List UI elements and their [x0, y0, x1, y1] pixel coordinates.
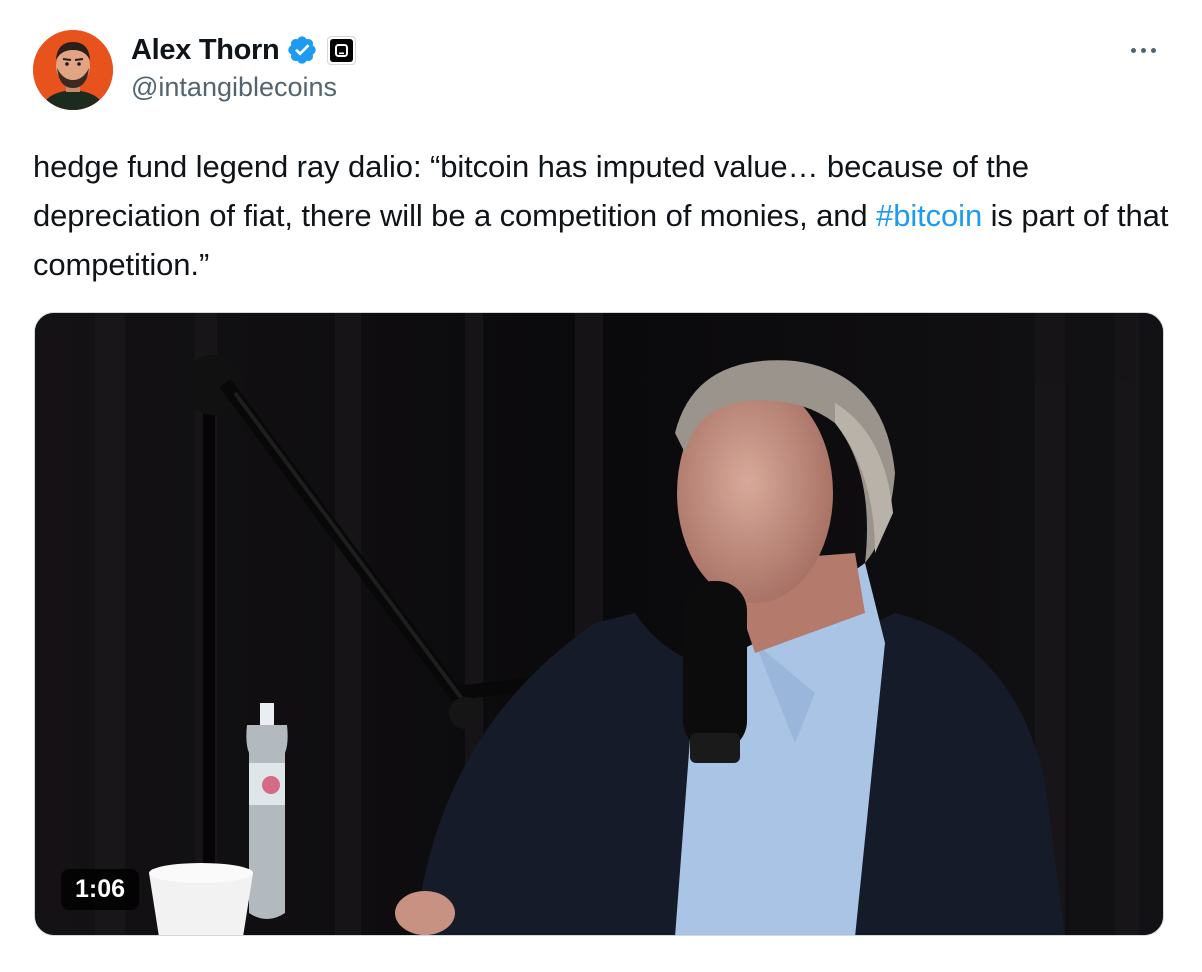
author-avatar[interactable] — [33, 30, 113, 110]
video-thumbnail — [35, 313, 1163, 935]
author-display-name[interactable]: Alex Thorn — [131, 34, 280, 67]
affiliation-badge-icon[interactable] — [327, 35, 357, 65]
video-player[interactable]: 1:06 — [34, 312, 1164, 936]
author-handle[interactable]: @intangiblecoins — [131, 72, 337, 103]
tweet-text: hedge fund legend ray dalio: “bitcoin ha… — [33, 142, 1173, 289]
video-duration-badge: 1:06 — [61, 869, 140, 910]
more-horizontal-icon — [1130, 47, 1136, 53]
hashtag-link[interactable]: #bitcoin — [876, 198, 982, 233]
tweet-card: Alex Thorn @intangiblecoins hedge fund l… — [0, 0, 1202, 972]
author-name-row: Alex Thorn — [131, 30, 357, 70]
more-options-button[interactable] — [1118, 30, 1168, 70]
more-dot — [1150, 47, 1156, 53]
more-dot — [1140, 47, 1146, 53]
verified-badge-icon[interactable] — [286, 34, 318, 66]
avatar-illustration-icon — [33, 30, 113, 110]
